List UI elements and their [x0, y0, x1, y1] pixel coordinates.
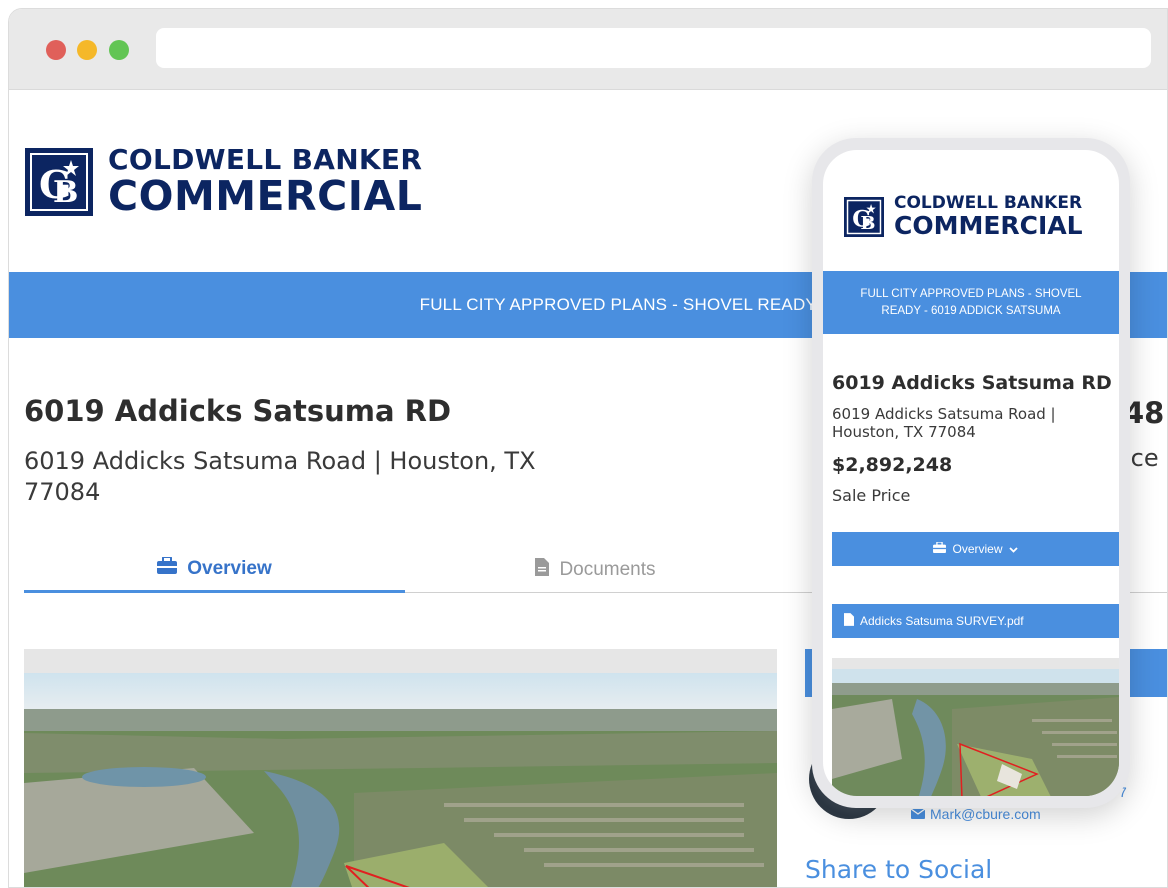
mobile-overview-label: Overview: [952, 542, 1003, 556]
page-title: 6019 Addicks Satsuma RD: [24, 394, 452, 428]
mobile-aerial-photo: [832, 669, 1119, 796]
minimize-window-button[interactable]: [77, 40, 97, 60]
svg-text:B: B: [860, 212, 875, 233]
mobile-brand-line-2: COMMERCIAL: [894, 211, 1083, 240]
svg-text:B: B: [53, 175, 78, 210]
photo-gallery[interactable]: [24, 649, 777, 887]
mobile-property-address: 6019 Addicks Satsuma Road | Houston, TX …: [832, 405, 1056, 441]
mobile-brand-wordmark: COLDWELL BANKER COMMERCIAL: [894, 193, 1083, 240]
aerial-property-photo: [24, 673, 777, 887]
brand-logo[interactable]: G B COLDWELL BANKER COMMERCIAL: [25, 146, 422, 217]
tab-documents[interactable]: Documents: [405, 547, 786, 593]
share-heading: Share to Social: [805, 855, 993, 884]
envelope-icon: [910, 806, 926, 822]
mobile-brand-line-1: COLDWELL BANKER: [894, 193, 1083, 213]
maximize-window-button[interactable]: [109, 40, 129, 60]
brand-line-2: COMMERCIAL: [108, 172, 423, 220]
mobile-headline-banner: FULL CITY APPROVED PLANS - SHOVEL READY …: [823, 271, 1119, 334]
tab-documents-label: Documents: [559, 559, 656, 580]
file-icon: [535, 558, 550, 582]
price-fragment: 48: [1124, 396, 1165, 430]
mobile-price-label: Sale Price: [832, 486, 911, 505]
agent-email-link[interactable]: Mark@cbure.com: [910, 806, 1041, 822]
property-address: 6019 Addicks Satsuma Road | Houston, TX …: [24, 447, 536, 506]
chevron-down-icon: [1008, 542, 1018, 556]
mobile-document-name: Addicks Satsuma SURVEY.pdf: [860, 614, 1024, 628]
mobile-photo-gallery[interactable]: [832, 658, 1119, 796]
mobile-document-link[interactable]: Addicks Satsuma SURVEY.pdf: [832, 604, 1119, 638]
tab-overview-label: Overview: [187, 557, 272, 579]
mobile-sale-price: $2,892,248: [832, 454, 953, 476]
cb-monogram-icon: G B: [25, 147, 93, 216]
brand-wordmark: COLDWELL BANKER COMMERCIAL: [108, 146, 422, 217]
mobile-device-mockup: G B COLDWELL BANKER COMMERCIAL FULL CITY…: [812, 138, 1130, 808]
browser-chrome: [9, 9, 1167, 90]
close-window-button[interactable]: [46, 40, 66, 60]
cb-monogram-icon: G B: [844, 196, 884, 237]
brand-line-1: COLDWELL BANKER: [108, 143, 423, 176]
file-icon: [844, 613, 854, 629]
tab-overview[interactable]: Overview: [24, 547, 405, 593]
mobile-brand-logo[interactable]: G B COLDWELL BANKER COMMERCIAL: [844, 195, 1083, 238]
mobile-screen: G B COLDWELL BANKER COMMERCIAL FULL CITY…: [823, 150, 1119, 796]
mobile-page-title: 6019 Addicks Satsuma RD: [832, 372, 1112, 394]
address-bar[interactable]: [156, 28, 1151, 68]
mobile-overview-dropdown[interactable]: Overview: [832, 532, 1119, 566]
agent-email-text: Mark@cbure.com: [930, 806, 1041, 822]
briefcase-icon: [157, 556, 178, 580]
briefcase-icon: [933, 541, 947, 556]
